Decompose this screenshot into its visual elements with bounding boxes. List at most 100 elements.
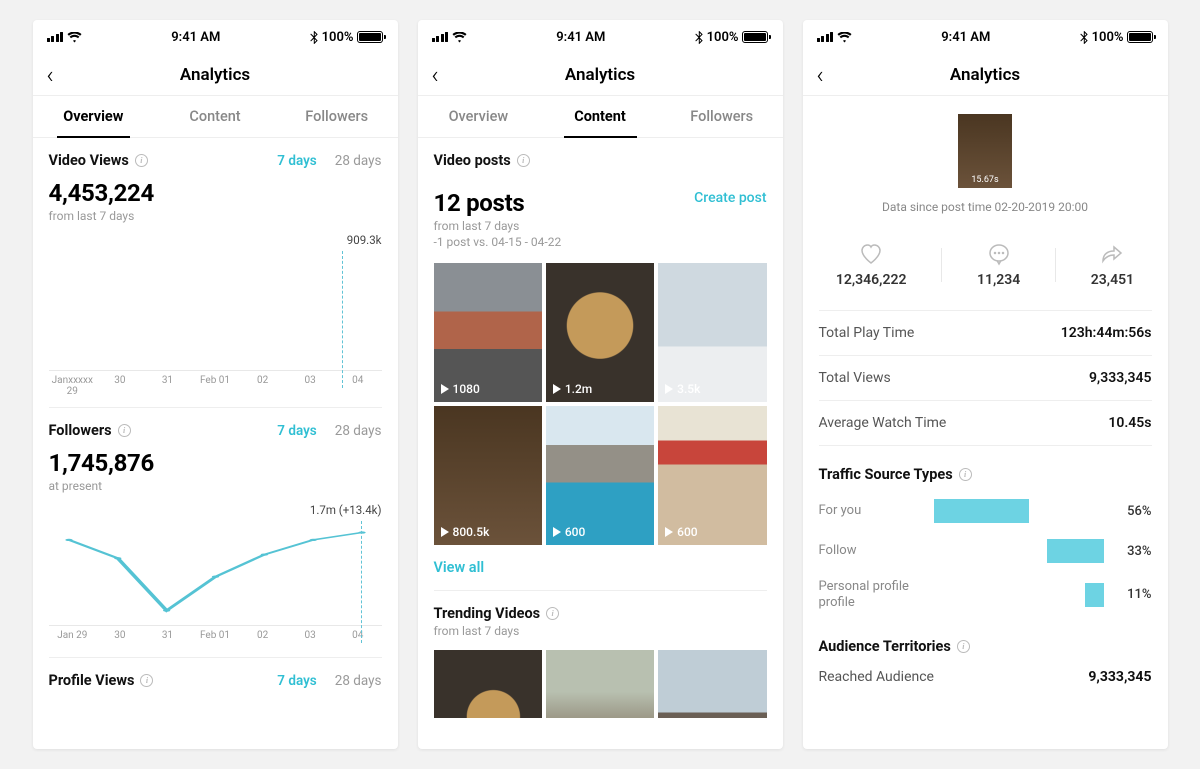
view-all-link[interactable]: View all (434, 559, 767, 576)
battery-icon (1127, 31, 1153, 43)
info-icon[interactable]: i (517, 154, 530, 167)
tab-followers[interactable]: Followers (276, 96, 398, 137)
followers-title: Followersi (49, 422, 131, 439)
back-button[interactable]: ‹ (432, 63, 439, 87)
wifi-icon (837, 32, 852, 43)
bluetooth-icon (310, 31, 318, 44)
tab-bar: Overview Content Followers (418, 96, 783, 138)
metric-value: 123h:44m:56s (1061, 325, 1152, 341)
post-thumbnail[interactable]: 15.67s (958, 114, 1012, 188)
followers-value: 1,745,876 (49, 449, 382, 477)
metric-label: Total Views (819, 370, 891, 386)
posts-sub1: from last 7 days (434, 219, 767, 233)
posts-count: 12 posts (434, 189, 525, 217)
range-toggle-followers: 7 days 28 days (277, 423, 381, 439)
range-7days[interactable]: 7 days (277, 423, 316, 439)
nav-bar: ‹ Analytics (803, 54, 1168, 96)
bluetooth-icon (695, 31, 703, 44)
tab-bar: Overview Content Followers (33, 96, 398, 138)
post-thumb[interactable]: 3.5k (658, 263, 766, 402)
battery-pct: 100% (322, 30, 354, 45)
tab-content[interactable]: Content (154, 96, 276, 137)
signal-icon (432, 32, 449, 42)
play-count: 600 (552, 525, 585, 539)
traffic-bar (1085, 583, 1104, 607)
section-profile-views: Profile Viewsi 7 days 28 days (49, 657, 382, 689)
info-icon[interactable]: i (957, 640, 970, 653)
engagement-stats: 12,346,222 11,234 23,451 (819, 228, 1152, 310)
create-post-link[interactable]: Create post (694, 190, 766, 206)
traffic-row: For you56% (819, 499, 1152, 523)
tab-overview[interactable]: Overview (33, 96, 155, 137)
range-28days[interactable]: 28 days (335, 423, 382, 439)
metric-label: Total Play Time (819, 325, 915, 341)
range-28days[interactable]: 28 days (335, 153, 382, 169)
page-title: Analytics (180, 65, 250, 85)
tab-content[interactable]: Content (539, 96, 661, 137)
shares-block: 23,451 (1091, 242, 1134, 288)
post-thumb[interactable]: 600 (658, 406, 766, 545)
comment-icon (987, 242, 1011, 266)
info-icon[interactable]: i (135, 154, 148, 167)
posts-sub2: -1 post vs. 04-15 - 04-22 (434, 235, 767, 249)
detail-header: 15.67s Data since post time 02-20-2019 2… (819, 96, 1152, 228)
nav-bar: ‹ Analytics (418, 54, 783, 96)
status-time: 9:41 AM (556, 30, 605, 45)
post-thumb[interactable]: 800.5k (434, 406, 542, 545)
signal-icon (817, 32, 834, 42)
info-icon[interactable]: i (546, 607, 559, 620)
post-thumb[interactable]: 1.2m (546, 263, 654, 402)
comments-block: 11,234 (977, 242, 1020, 288)
followers-chart: 1.7m (+13.4k) Jan 293031Feb 01020304 (49, 503, 382, 643)
range-7days[interactable]: 7 days (277, 673, 316, 689)
range-28days[interactable]: 28 days (335, 673, 382, 689)
battery-icon (742, 31, 768, 43)
metric-row: Average Watch Time10.45s (819, 400, 1152, 446)
divider (941, 248, 942, 282)
signal-icon (47, 32, 64, 42)
play-count: 600 (664, 525, 697, 539)
nav-bar: ‹ Analytics (33, 54, 398, 96)
battery-pct: 100% (1092, 30, 1124, 45)
trending-thumb[interactable] (546, 650, 654, 718)
followers-sub: at present (49, 479, 382, 493)
play-count: 800.5k (440, 525, 490, 539)
video-views-sub: from last 7 days (49, 209, 382, 223)
status-bar: 9:41 AM 100% (33, 20, 398, 54)
battery-pct: 100% (707, 30, 739, 45)
range-7days[interactable]: 7 days (277, 153, 316, 169)
traffic-bar (934, 499, 1029, 523)
post-thumb[interactable]: 600 (546, 406, 654, 545)
trending-grid (434, 650, 767, 718)
video-views-chart: 909.3k Janxxxxx 293031Feb 01020304 (49, 233, 382, 393)
tab-followers[interactable]: Followers (661, 96, 783, 137)
traffic-bar (1047, 539, 1103, 563)
trending-thumb[interactable] (434, 650, 542, 718)
wifi-icon (452, 32, 467, 43)
range-toggle-profile-views: 7 days 28 days (277, 673, 381, 689)
traffic-pct: 11% (1116, 587, 1152, 602)
info-icon[interactable]: i (140, 674, 153, 687)
posts-grid: 1080 1.2m 3.5k 800.5k 600 600 (434, 263, 767, 545)
data-since-label: Data since post time 02-20-2019 20:00 (882, 200, 1088, 214)
section-video-posts: Video postsi 12 posts Create post from l… (434, 138, 767, 576)
play-count: 1.2m (552, 382, 592, 396)
traffic-row: Personal profile profile11% (819, 579, 1152, 610)
chart-divider (342, 251, 343, 388)
reached-audience-row: Reached Audience 9,333,345 (819, 655, 1152, 685)
metric-row: Total Views9,333,345 (819, 355, 1152, 400)
tab-overview[interactable]: Overview (418, 96, 540, 137)
trending-sub: from last 7 days (434, 624, 767, 638)
section-video-views: Video Viewsi 7 days 28 days 4,453,224 fr… (49, 138, 382, 393)
post-thumb[interactable]: 1080 (434, 263, 542, 402)
phone-overview: 9:41 AM 100% ‹ Analytics Overview Conten… (33, 20, 398, 749)
phone-post-detail: 9:41 AM 100% ‹ Analytics 15.67s Data sin… (803, 20, 1168, 749)
status-bar: 9:41 AM 100% (418, 20, 783, 54)
audience-title: Audience Territoriesi (819, 638, 970, 655)
back-button[interactable]: ‹ (817, 63, 824, 87)
trending-thumb[interactable] (658, 650, 766, 718)
profile-views-title: Profile Viewsi (49, 672, 154, 689)
back-button[interactable]: ‹ (47, 63, 54, 87)
info-icon[interactable]: i (959, 468, 972, 481)
info-icon[interactable]: i (118, 424, 131, 437)
